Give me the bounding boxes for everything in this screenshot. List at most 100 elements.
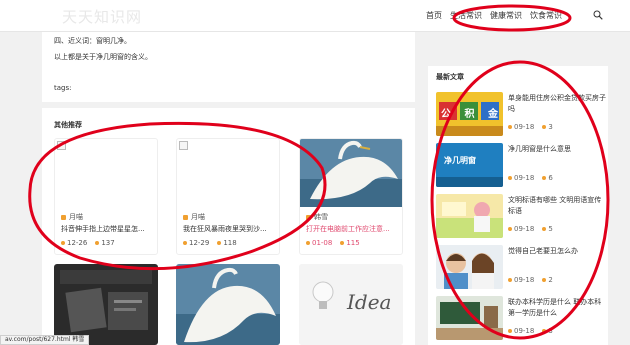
sidebar-count: 5 [542,225,553,233]
sidebar-thumb: 公 积 金 [436,92,503,136]
card-meta: 12-26 137 [61,239,115,247]
sidebar-date: 09-18 [508,174,534,182]
user-icon [61,214,66,220]
card-meta: 12-29 118 [183,239,237,247]
sidebar-thumb [436,296,503,340]
eye-icon [542,176,547,180]
card-views: 115 [340,239,360,247]
eye-icon [217,241,222,245]
article-body: 四、近义词：窗明几净。 以上都是关于净几明窗的含义。 tags: [42,32,415,102]
card-author: 月喵 [183,212,205,222]
sidebar-item-title[interactable]: 觉得自己老要丑怎么办 [508,246,608,257]
card-image [55,139,157,207]
sidebar-count: 6 [542,174,553,182]
card-date-text: 01-08 [312,239,333,247]
card-date: 01-08 [306,239,332,247]
sidebar-item-title[interactable]: 净几明窗是什么意思 [508,144,608,155]
broken-image-icon [179,141,188,150]
related-card-image[interactable] [176,264,280,345]
sidebar-date-text: 09-18 [514,276,535,284]
eye-icon [542,125,547,129]
sidebar-count-text: 5 [548,225,553,233]
related-card[interactable]: 月喵 我在狂风暴雨夜里哭到沙... 12-29 118 [176,138,280,255]
idea-word: Idea [347,290,392,314]
card-views: 118 [217,239,237,247]
related-card-image[interactable]: Idea [299,264,403,345]
sidebar-latest: 最新文章 公 积 金 单身能用住房公积金贷款买房子吗 09-18 3 净几明窗 [428,66,608,345]
sidebar-count-text: 6 [548,174,553,182]
sidebar-item[interactable]: 公 积 金 单身能用住房公积金贷款买房子吗 09-18 3 [436,92,606,136]
related-card-image[interactable] [54,264,158,345]
sidebar-count-text: 3 [548,327,553,335]
card-meta: 01-08 115 [306,239,360,247]
sidebar-count: 3 [542,327,553,335]
nav-diet-tips[interactable]: 饮食常识 [530,10,562,21]
sidebar-count: 3 [542,123,553,131]
related-card[interactable]: 月喵 抖音伸手指上边带星星怎... 12-26 137 [54,138,158,255]
clock-icon [306,241,310,245]
card-image-egret [300,139,402,207]
sidebar-item-title[interactable]: 单身能用住房公积金贷款买房子吗 [508,93,608,115]
eye-icon [542,227,547,231]
card-author: 月喵 [61,212,83,222]
sidebar-count-text: 3 [548,123,553,131]
sidebar-item-meta: 09-18 3 [508,123,553,131]
card-date: 12-29 [183,239,209,247]
sidebar-date: 09-18 [508,327,534,335]
sidebar-item-title[interactable]: 联办本科学历是什么 联办本科第一学历是什么 [508,297,608,319]
sidebar-item-meta: 09-18 3 [508,327,553,335]
user-icon [306,214,311,220]
card-views-text: 115 [346,239,360,247]
card-author-name: 月喵 [191,213,205,221]
card-title[interactable]: 我在狂风暴雨夜里哭到沙... [183,224,277,234]
nav-life-tips[interactable]: 生活常识 [450,10,482,21]
sidebar-item[interactable]: 觉得自己老要丑怎么办 09-18 2 [436,245,604,289]
user-icon [183,214,188,220]
sidebar-date: 09-18 [508,276,534,284]
sidebar-item[interactable]: 联办本科学历是什么 联办本科第一学历是什么 09-18 3 [436,296,604,340]
related-card[interactable]: 韩雪 打开在电脑前工作应注意... 01-08 115 [299,138,403,255]
sidebar-thumb [436,194,503,238]
sidebar-item[interactable]: 净几明窗 净几明窗是什么意思 09-18 6 [436,143,604,187]
clock-icon [508,278,512,282]
sidebar-item-title[interactable]: 文明标语有哪些 文明用语宣传标语 [508,195,608,217]
search-icon[interactable] [593,10,603,20]
eye-icon [542,278,547,282]
sidebar-date: 09-18 [508,225,534,233]
sidebar-thumb [436,245,503,289]
related-title: 其他推荐 [54,121,82,129]
sidebar-item-meta: 09-18 2 [508,276,553,284]
main-nav: 首页 生活常识 健康常识 饮食常识 [426,10,562,21]
card-views: 137 [95,239,115,247]
card-date: 12-26 [61,239,87,247]
nav-home[interactable]: 首页 [426,10,442,21]
eye-icon [542,329,547,333]
site-logo[interactable]: 天天知识网 [62,6,142,27]
sidebar-thumb: 净几明窗 [436,143,503,187]
site-header: 天天知识网 首页 生活常识 健康常识 饮食常识 [0,0,630,32]
card-author-name: 月喵 [69,213,83,221]
card-author: 韩雪 [306,212,328,222]
thumb-caption: 公 积 金 [441,109,503,120]
clock-icon [508,227,512,231]
sidebar-item[interactable]: 文明标语有哪些 文明用语宣传标语 09-18 5 [436,194,604,238]
sidebar-date-text: 09-18 [514,225,535,233]
broken-image-icon [57,141,66,150]
nav-health-tips[interactable]: 健康常识 [490,10,522,21]
article-line-synonym: 四、近义词：窗明几净。 [54,37,131,45]
card-date-text: 12-29 [189,239,210,247]
sidebar-count-text: 2 [548,276,553,284]
sidebar-date: 09-18 [508,123,534,131]
clock-icon [508,125,512,129]
sidebar-count: 2 [542,276,553,284]
clock-icon [183,241,187,245]
eye-icon [95,241,100,245]
thumb-caption: 净几明窗 [444,156,476,165]
card-views-text: 137 [101,239,115,247]
related-section: 其他推荐 月喵 抖音伸手指上边带星星怎... 12-26 137 月喵 我在狂风… [42,108,415,345]
card-views-text: 118 [223,239,237,247]
card-title[interactable]: 抖音伸手指上边带星星怎... [61,224,155,234]
clock-icon [508,329,512,333]
card-title[interactable]: 打开在电脑前工作应注意... [306,224,400,234]
sidebar-date-text: 09-18 [514,327,535,335]
